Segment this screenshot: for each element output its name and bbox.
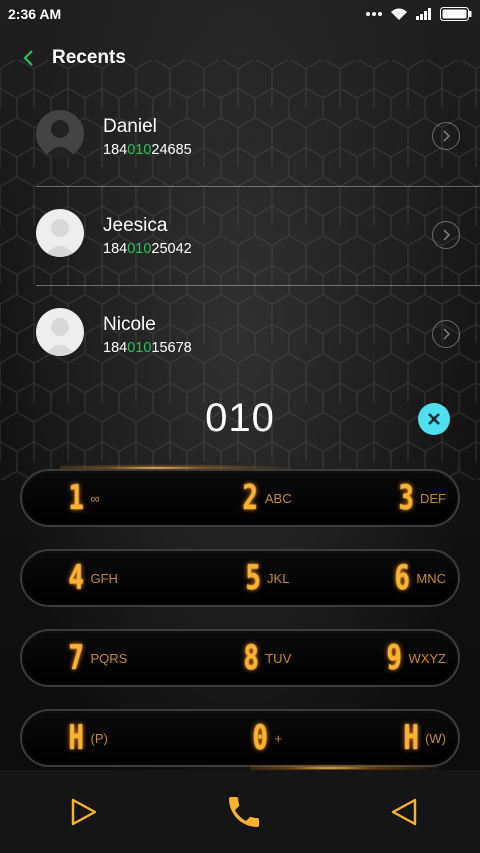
recent-item-jeesica[interactable]: Jeesica 18401025042 xyxy=(36,187,480,286)
clear-button[interactable] xyxy=(418,403,450,435)
header: Recents xyxy=(0,40,480,76)
details-button[interactable] xyxy=(432,122,460,150)
person-icon xyxy=(44,120,76,158)
keypad-row: 1 ∞ 2 ABC 3 DEF xyxy=(20,469,460,527)
person-icon xyxy=(44,318,76,356)
key-9[interactable]: 9 WXYZ xyxy=(326,631,458,685)
battery-icon xyxy=(440,7,472,21)
status-bar: 2:36 AM xyxy=(0,0,480,28)
key-wait[interactable]: H (W) xyxy=(326,711,458,765)
triangle-left-icon xyxy=(391,798,417,825)
page-title: Recents xyxy=(52,47,126,68)
chevron-right-icon xyxy=(443,130,450,142)
recent-item-nicole[interactable]: Nicole 18401015678 xyxy=(36,286,480,384)
back-button[interactable] xyxy=(8,40,48,76)
avatar xyxy=(36,209,84,257)
play-right-button[interactable] xyxy=(64,792,104,832)
play-left-button[interactable] xyxy=(384,792,424,832)
status-time: 2:36 AM xyxy=(8,6,62,22)
key-4[interactable]: 4 GFH xyxy=(22,551,186,605)
chevron-right-icon xyxy=(443,229,450,241)
status-icons xyxy=(366,7,472,21)
key-5[interactable]: 5 JKL xyxy=(186,551,326,605)
key-6[interactable]: 6 MNC xyxy=(326,551,458,605)
keypad-row: H (P) 0 + H (W) xyxy=(20,709,460,767)
avatar xyxy=(36,308,84,356)
key-8[interactable]: 8 TUV xyxy=(186,631,326,685)
recents-list: Daniel 18401024685 Jeesica 18401025042 N… xyxy=(36,88,480,384)
contact-name: Nicole xyxy=(103,314,156,335)
bottom-bar xyxy=(0,770,480,853)
keypad-row: 7 PQRS 8 TUV 9 WXYZ xyxy=(20,629,460,687)
triangle-right-icon xyxy=(71,798,97,825)
dialed-number: 010 xyxy=(205,396,275,440)
details-button[interactable] xyxy=(432,320,460,348)
chevron-right-icon xyxy=(443,328,450,340)
contact-number: 18401025042 xyxy=(103,241,192,257)
person-icon xyxy=(44,219,76,257)
avatar xyxy=(36,110,84,158)
keypad-row: 4 GFH 5 JKL 6 MNC xyxy=(20,549,460,607)
chevron-left-icon xyxy=(23,50,33,66)
recent-item-daniel[interactable]: Daniel 18401024685 xyxy=(36,88,480,187)
key-1[interactable]: 1 ∞ xyxy=(22,471,186,525)
key-7[interactable]: 7 PQRS xyxy=(22,631,186,685)
key-pause[interactable]: H (P) xyxy=(22,711,186,765)
wifi-icon xyxy=(391,8,407,20)
contact-name: Jeesica xyxy=(103,215,168,236)
key-3[interactable]: 3 DEF xyxy=(326,471,458,525)
signal-icon xyxy=(416,8,431,20)
phone-icon xyxy=(229,796,259,827)
keypad: 1 ∞ 2 ABC 3 DEF 4 GFH 5 JKL 6 MNC 7 PQRS 8 TUV 9… xyxy=(20,469,460,789)
call-button[interactable] xyxy=(224,792,264,832)
contact-number: 18401015678 xyxy=(103,340,192,356)
contact-number: 18401024685 xyxy=(103,142,192,158)
key-0[interactable]: 0 + xyxy=(186,711,326,765)
close-icon xyxy=(428,413,440,425)
contact-name: Daniel xyxy=(103,116,157,137)
more-dots-icon xyxy=(366,12,382,16)
key-2[interactable]: 2 ABC xyxy=(186,471,326,525)
details-button[interactable] xyxy=(432,221,460,249)
